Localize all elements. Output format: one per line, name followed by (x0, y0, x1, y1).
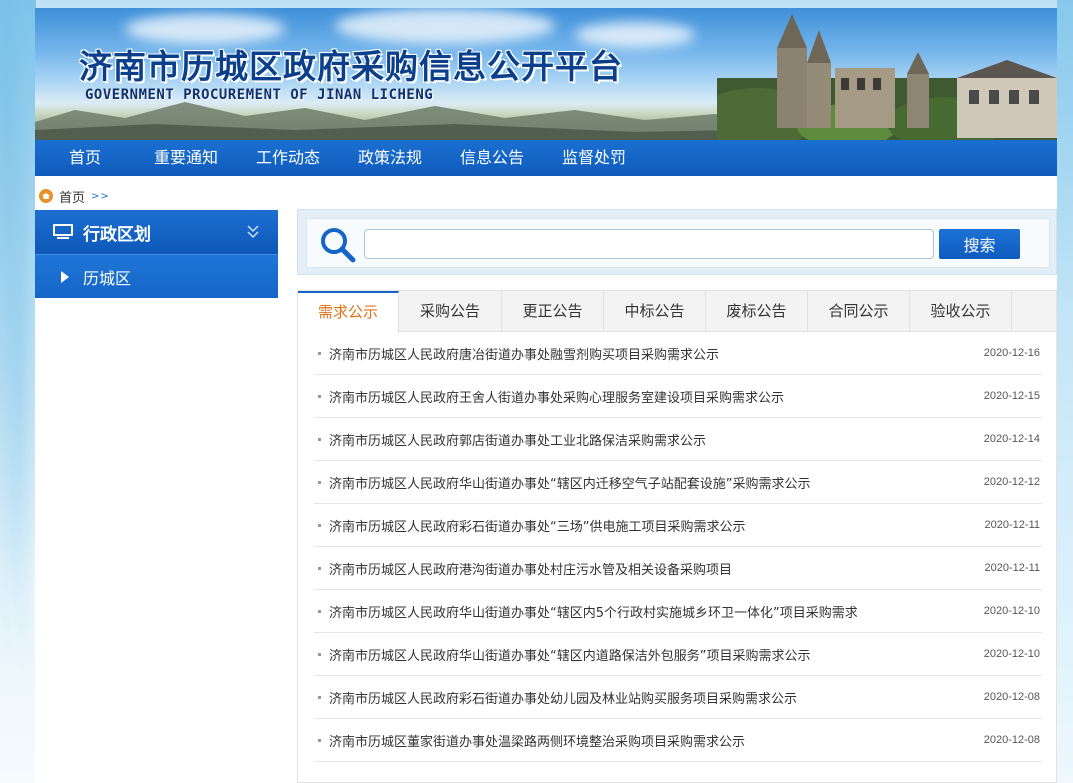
sidebar-item-licheng[interactable]: 历城区 (35, 254, 278, 298)
tab-procurement-announcement[interactable]: 采购公告 (399, 291, 502, 332)
nav-item-notices[interactable]: 重要通知 (135, 140, 237, 176)
list-item-date: 2020-12-11 (984, 562, 1040, 574)
bullet-icon (318, 523, 321, 527)
cloud-decoration (335, 8, 555, 44)
announcement-panel: 需求公示 采购公告 更正公告 中标公告 废标公告 合同公示 验收公示 济南市历城… (297, 290, 1057, 783)
list-item[interactable]: 济南市历城区人民政府华山街道办事处“辖区内5个行政村实施城乡环卫一体化”项目采购… (314, 590, 1042, 633)
tab-award-announcement[interactable]: 中标公告 (604, 291, 706, 332)
breadcrumb-home-link[interactable]: 首页 (59, 187, 85, 206)
list-item-date: 2020-12-16 (983, 347, 1040, 359)
search-panel: 搜索 (297, 209, 1057, 275)
list-item-date: 2020-12-15 (983, 390, 1040, 402)
list-item-date: 2020-12-10 (983, 648, 1040, 660)
page-container: 济南市历城区政府采购信息公开平台 GOVERNMENT PROCUREMENT … (35, 8, 1057, 783)
list-item-title[interactable]: 济南市历城区人民政府唐冶街道办事处融雪剂购买项目采购需求公示 (329, 344, 719, 363)
list-item-title[interactable]: 济南市历城区人民政府港沟街道办事处村庄污水管及相关设备采购项目 (329, 559, 732, 578)
sidebar-item-label: 历城区 (83, 268, 132, 288)
list-item[interactable]: 济南市历城区董家街道办事处温梁路两侧环境整治采购项目采购需求公示 2020-12… (314, 719, 1042, 762)
announcement-list: 济南市历城区人民政府唐冶街道办事处融雪剂购买项目采购需求公示 2020-12-1… (314, 332, 1042, 762)
nav-item-policies[interactable]: 政策法规 (339, 140, 441, 176)
list-item-date: 2020-12-12 (983, 476, 1040, 488)
tab-failed-bid-announcement[interactable]: 废标公告 (706, 291, 808, 332)
bullet-icon (318, 609, 321, 613)
bullet-icon (318, 437, 321, 441)
bullet-icon (318, 695, 321, 699)
page-background-right (1057, 0, 1073, 783)
monitor-icon (53, 224, 73, 240)
main-nav: 首页 重要通知 工作动态 政策法规 信息公告 监督处罚 (35, 140, 1057, 176)
nav-item-work-news[interactable]: 工作动态 (237, 140, 339, 176)
list-item-title[interactable]: 济南市历城区人民政府彩石街道办事处幼儿园及林业站购买服务项目采购需求公示 (329, 688, 797, 707)
tab-bar: 需求公示 采购公告 更正公告 中标公告 废标公告 合同公示 验收公示 (298, 291, 1056, 333)
sidebar-header[interactable]: 行政区划 (35, 210, 278, 254)
tab-contract-publicity[interactable]: 合同公示 (808, 291, 910, 332)
search-icon (321, 228, 356, 263)
breadcrumb: 首页 >> (39, 187, 110, 206)
sidebar-title: 行政区划 (83, 224, 151, 245)
bullet-icon (318, 351, 321, 355)
breadcrumb-separator: >> (91, 190, 110, 202)
list-item[interactable]: 济南市历城区人民政府唐冶街道办事处融雪剂购买项目采购需求公示 2020-12-1… (314, 332, 1042, 375)
list-item[interactable]: 济南市历城区人民政府港沟街道办事处村庄污水管及相关设备采购项目 2020-12-… (314, 547, 1042, 590)
list-item-title[interactable]: 济南市历城区人民政府华山街道办事处“辖区内5个行政村实施城乡环卫一体化”项目采购… (329, 602, 858, 621)
castle-image (717, 14, 1057, 140)
home-icon (39, 189, 53, 203)
page-background-left (0, 0, 36, 783)
list-item-title[interactable]: 济南市历城区人民政府华山街道办事处“辖区内道路保洁外包服务”项目采购需求公示 (329, 645, 810, 664)
tab-acceptance-publicity[interactable]: 验收公示 (910, 291, 1012, 332)
list-item[interactable]: 济南市历城区人民政府华山街道办事处“辖区内迁移空气子站配套设施”采购需求公示 2… (314, 461, 1042, 504)
search-input[interactable] (364, 229, 934, 259)
nav-item-home[interactable]: 首页 (35, 140, 135, 176)
bullet-icon (318, 480, 321, 484)
bullet-icon (318, 566, 321, 570)
site-subtitle-en: GOVERNMENT PROCUREMENT OF JINAN LICHENG (85, 87, 434, 103)
list-item-title[interactable]: 济南市历城区人民政府华山街道办事处“辖区内迁移空气子站配套设施”采购需求公示 (329, 473, 810, 492)
list-item[interactable]: 济南市历城区人民政府彩石街道办事处幼儿园及林业站购买服务项目采购需求公示 202… (314, 676, 1042, 719)
site-title: 济南市历城区政府采购信息公开平台 (79, 47, 623, 86)
nav-item-info-announcements[interactable]: 信息公告 (441, 140, 543, 176)
bullet-icon (318, 738, 321, 742)
list-item[interactable]: 济南市历城区人民政府华山街道办事处“辖区内道路保洁外包服务”项目采购需求公示 2… (314, 633, 1042, 676)
tab-correction-announcement[interactable]: 更正公告 (502, 291, 604, 332)
bullet-icon (318, 394, 321, 398)
header-banner: 济南市历城区政府采购信息公开平台 GOVERNMENT PROCUREMENT … (35, 8, 1057, 140)
list-item-date: 2020-12-10 (983, 605, 1040, 617)
tab-demand-publicity[interactable]: 需求公示 (298, 291, 399, 333)
triangle-right-icon (61, 270, 69, 283)
list-item-title[interactable]: 济南市历城区董家街道办事处温梁路两侧环境整治采购项目采购需求公示 (329, 731, 745, 750)
list-item-title[interactable]: 济南市历城区人民政府王舍人街道办事处采购心理服务室建设项目采购需求公示 (329, 387, 784, 406)
list-item-date: 2020-12-08 (983, 691, 1040, 703)
search-inner: 搜索 (306, 218, 1050, 268)
list-item-date: 2020-12-11 (984, 519, 1040, 531)
list-item[interactable]: 济南市历城区人民政府郭店街道办事处工业北路保洁采购需求公示 2020-12-14 (314, 418, 1042, 461)
list-item-date: 2020-12-14 (983, 433, 1040, 445)
nav-item-supervision[interactable]: 监督处罚 (543, 140, 645, 176)
list-item-title[interactable]: 济南市历城区人民政府郭店街道办事处工业北路保洁采购需求公示 (329, 430, 706, 449)
bullet-icon (318, 652, 321, 656)
list-item[interactable]: 济南市历城区人民政府王舍人街道办事处采购心理服务室建设项目采购需求公示 2020… (314, 375, 1042, 418)
list-item-date: 2020-12-08 (983, 734, 1040, 746)
search-button[interactable]: 搜索 (939, 229, 1020, 259)
list-item[interactable]: 济南市历城区人民政府彩石街道办事处“三场”供电施工项目采购需求公示 2020-1… (314, 504, 1042, 547)
double-chevron-down-icon[interactable] (246, 224, 260, 240)
list-item-title[interactable]: 济南市历城区人民政府彩石街道办事处“三场”供电施工项目采购需求公示 (329, 516, 745, 535)
